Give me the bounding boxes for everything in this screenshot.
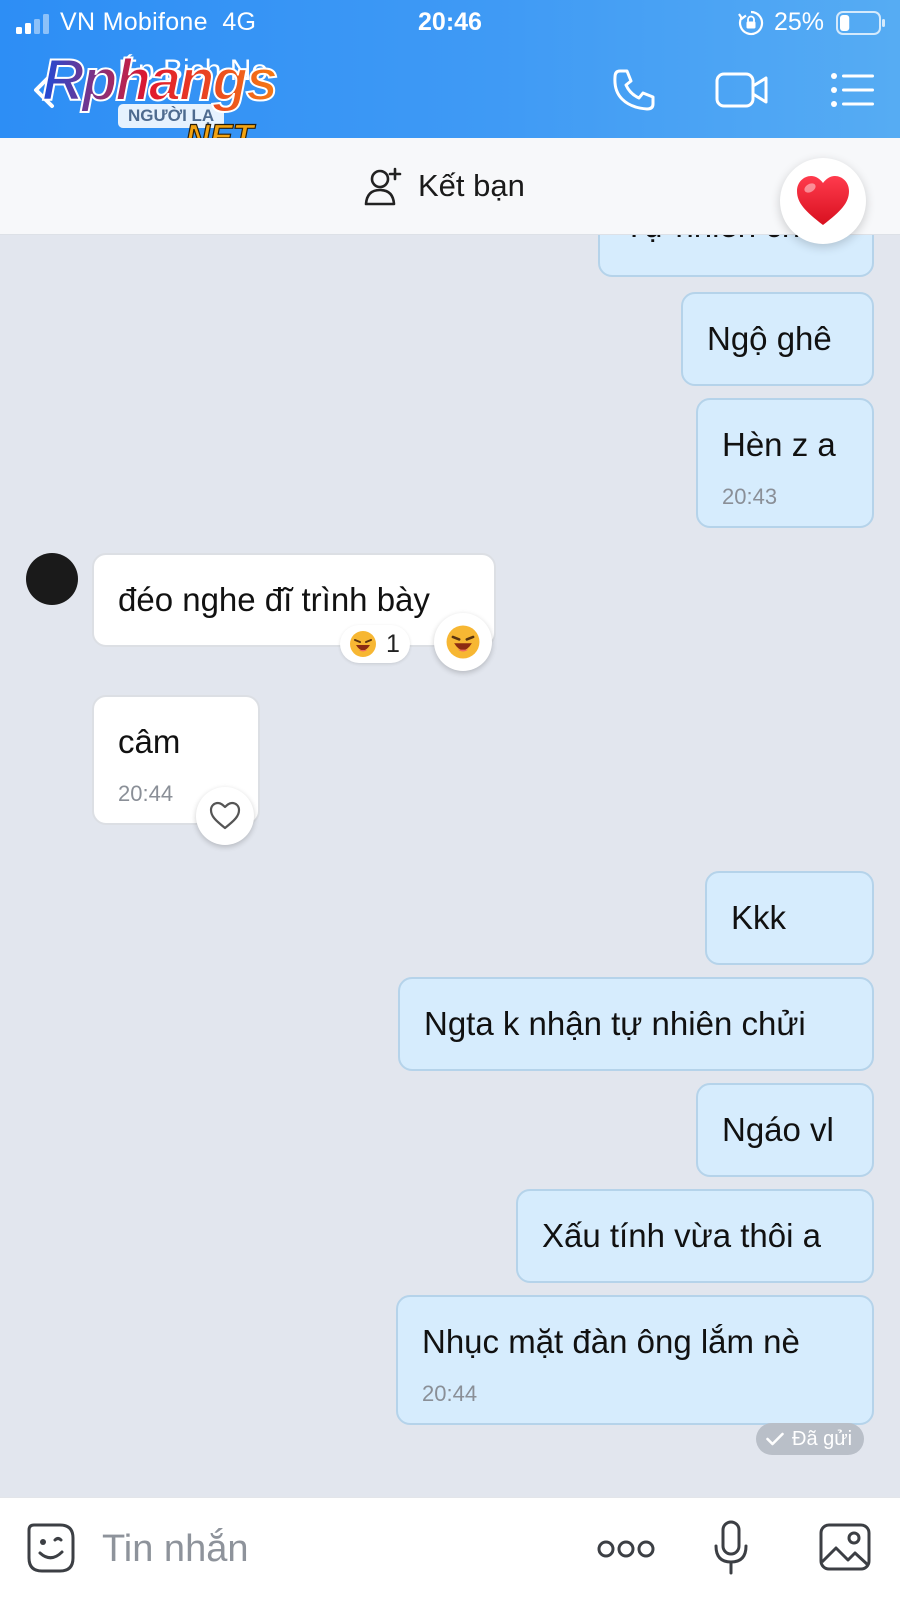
reaction-count: 1 <box>386 629 400 658</box>
reaction-summary[interactable]: 1 <box>340 625 410 663</box>
orientation-lock-icon <box>738 10 764 36</box>
battery-icon <box>836 11 885 35</box>
menu-list-icon[interactable] <box>830 66 876 114</box>
heart-icon <box>797 176 849 225</box>
message-text: Ngáo vl <box>722 1111 834 1148</box>
message-text: đéo nghe đĩ trình bày <box>118 581 430 618</box>
sent-status-badge: Đã gửi <box>756 1423 865 1455</box>
chat-area[interactable]: Tự nhiên chửi Ngộ ghê Hèn z a 20:43 đéo … <box>0 235 900 1497</box>
message-text: Xấu tính vừa thôi a <box>542 1217 821 1254</box>
message-time: 20:43 <box>722 484 778 509</box>
like-reaction-button[interactable] <box>196 787 254 845</box>
message-bubble-sent[interactable]: Ngộ ghê <box>681 292 874 386</box>
message-text: câm <box>118 723 181 760</box>
phone-call-icon[interactable] <box>610 66 658 114</box>
checkmark-icon <box>766 1432 784 1446</box>
heart-outline-icon <box>209 801 241 830</box>
image-gallery-icon[interactable] <box>818 1522 872 1572</box>
stranger-badge: NGƯỜI LẠ <box>118 104 225 128</box>
message-text: Ngộ ghê <box>707 320 832 357</box>
message-input[interactable] <box>100 1518 564 1580</box>
message-input-bar <box>0 1497 900 1601</box>
reaction-button[interactable] <box>434 613 492 671</box>
message-bubble-sent[interactable]: Xấu tính vừa thôi a <box>516 1189 874 1283</box>
add-friend-bar: Kết bạn <box>0 138 900 235</box>
message-bubble-sent[interactable]: Nhục mặt đàn ông lắm nè 20:44 <box>396 1295 874 1425</box>
status-time: 20:46 <box>418 8 482 36</box>
message-time: 20:44 <box>422 1381 478 1406</box>
add-friend-button[interactable]: Kết bạn <box>364 164 525 208</box>
message-text: Hèn z a <box>722 426 836 463</box>
laugh-emoji-icon <box>350 631 376 657</box>
message-bubble-sent[interactable]: Ngáo vl <box>696 1083 874 1177</box>
message-text: Kkk <box>731 899 787 936</box>
chat-header: VN Mobifone 4G 20:46 25% Ép Bịch Nọ NGƯỜ… <box>0 0 900 157</box>
message-bubble-sent[interactable]: Hèn z a 20:43 <box>696 398 874 528</box>
message-bubble-sent[interactable]: Ngta k nhận tự nhiên chửi <box>398 977 874 1071</box>
battery-percent: 25% <box>774 8 825 36</box>
message-bubble-sent[interactable]: Kkk <box>705 871 874 965</box>
video-call-icon[interactable] <box>714 66 770 114</box>
laugh-emoji-icon <box>446 625 480 659</box>
quick-heart-button[interactable] <box>780 158 866 244</box>
add-friend-label: Kết bạn <box>418 168 525 203</box>
microphone-icon[interactable] <box>712 1520 750 1576</box>
add-friend-icon <box>364 167 402 206</box>
message-text: Nhục mặt đàn ông lắm nè <box>422 1323 800 1360</box>
contact-avatar[interactable] <box>26 553 78 605</box>
message-text: Ngta k nhận tự nhiên chửi <box>424 1005 806 1042</box>
status-bar: VN Mobifone 4G 20:46 25% <box>0 0 900 46</box>
contact-name[interactable]: Ép Bịch Nọ <box>118 54 268 88</box>
sent-status-label: Đã gửi <box>792 1427 853 1450</box>
sticker-icon[interactable] <box>26 1522 76 1574</box>
more-options-icon[interactable] <box>596 1538 656 1560</box>
message-time: 20:44 <box>118 781 174 806</box>
back-arrow-icon[interactable] <box>30 70 58 110</box>
